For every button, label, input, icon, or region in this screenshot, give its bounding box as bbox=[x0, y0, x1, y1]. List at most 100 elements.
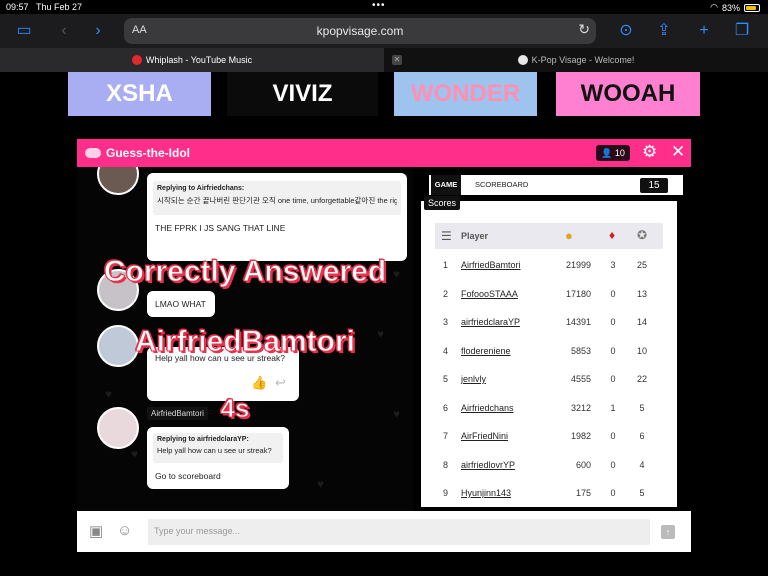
modal-header: Guess-the-Idol 👤 10 ⚙ ✕ bbox=[77, 139, 691, 167]
reply-author: Replying to airfriedclaraYP: bbox=[157, 436, 249, 443]
scores-label: Scores bbox=[424, 196, 461, 210]
back-icon[interactable]: ‹ bbox=[52, 20, 76, 42]
points-cell: 600 bbox=[575, 459, 591, 470]
message-input-bar: ▣ ☺ Type your message... ↑ bbox=[77, 511, 691, 552]
reply-text: 시작되는 순간 끝나버린 판단기관 오직 one time, unforgett… bbox=[157, 196, 397, 205]
table-row: 9 Hyunjinn143 175 0 5 bbox=[435, 479, 663, 507]
message-text: LMAO WHAT bbox=[155, 299, 206, 309]
player-name-link[interactable]: airfriedclaraYP bbox=[461, 317, 520, 327]
image-upload-icon[interactable]: ▣ bbox=[89, 522, 103, 540]
awards-cell: 25 bbox=[636, 260, 647, 270]
group-banner[interactable]: XSHA bbox=[68, 72, 211, 116]
address-bar[interactable]: AA kpopvisage.com ↻ bbox=[124, 18, 596, 44]
reply-author: Replying to Airfriedchans: bbox=[157, 185, 245, 192]
rank-cell: 1 bbox=[443, 260, 449, 270]
battery-icon bbox=[744, 3, 760, 12]
points-cell: 3212 bbox=[570, 402, 591, 413]
table-row: 2 FofoooSTAAA 17180 0 13 bbox=[435, 280, 663, 308]
forward-icon[interactable]: › bbox=[86, 20, 110, 42]
tab-title: K-Pop Visage - Welcome! bbox=[531, 55, 635, 65]
streak-cell: 0 bbox=[610, 288, 616, 299]
group-banner[interactable]: WONDER bbox=[394, 72, 537, 116]
player-name-link[interactable]: AirFriedNini bbox=[461, 431, 508, 441]
awards-cell: 5 bbox=[639, 402, 645, 413]
chat-panel[interactable]: ♥ ♥ ♥ ♥ ♥ ♥ ♥ ♥ ♥ Replying to Airfriedch… bbox=[77, 167, 413, 511]
player-name-link[interactable]: Airfriedchans bbox=[461, 403, 514, 413]
date: Thu Feb 27 bbox=[36, 2, 83, 12]
awards-cell: 22 bbox=[636, 374, 647, 384]
coins-icon: ● bbox=[565, 228, 573, 243]
tab-bar: Whiplash - YouTube Music ✕ K-Pop Visage … bbox=[0, 48, 768, 72]
tab-youtube-music[interactable]: Whiplash - YouTube Music bbox=[0, 48, 384, 72]
group-banner-logo: VIVIZ bbox=[272, 80, 333, 107]
awards-cell: 5 bbox=[639, 488, 645, 498]
points-cell: 4555 bbox=[570, 374, 591, 384]
streak-cell: 0 bbox=[610, 488, 616, 498]
player-count-badge[interactable]: 👤 10 bbox=[596, 145, 630, 161]
send-icon[interactable]: ↑ bbox=[661, 525, 675, 539]
table-row: 8 airfriedlovrYP 600 0 4 bbox=[435, 451, 663, 479]
new-tab-icon[interactable]: + bbox=[692, 20, 716, 42]
points-cell: 21999 bbox=[565, 260, 591, 270]
correct-answer-time: 4s bbox=[220, 393, 250, 424]
tab-game[interactable]: GAME bbox=[431, 175, 461, 195]
points-cell: 5853 bbox=[570, 345, 591, 356]
group-banner-logo: WONDER bbox=[410, 80, 521, 107]
group-banner[interactable]: VIVIZ bbox=[227, 72, 378, 116]
player-name-link[interactable]: Hyunjinn143 bbox=[461, 488, 511, 498]
streak-cell: 1 bbox=[610, 402, 616, 413]
share-icon[interactable]: ⇪ bbox=[652, 20, 676, 42]
correct-answer-heading: Correctly Answered bbox=[103, 255, 387, 289]
reload-icon[interactable]: ↻ bbox=[578, 21, 590, 38]
chat-bubble: LMAO WHAT bbox=[147, 291, 215, 317]
streak-cell: 0 bbox=[610, 431, 616, 441]
chat-bubble: Replying to airfriedclaraYP: Help yall h… bbox=[147, 427, 289, 489]
reply-quote: Replying to airfriedclaraYP: Help yall h… bbox=[153, 433, 283, 463]
download-icon[interactable]: ⊙ bbox=[614, 20, 638, 42]
correct-answer-player: AirfriedBamtori bbox=[134, 325, 356, 359]
player-name-link[interactable]: FofoooSTAAA bbox=[461, 289, 518, 299]
player-name-link[interactable]: flodereniene bbox=[461, 346, 511, 356]
wifi-icon: ◠ bbox=[710, 2, 718, 12]
youtube-music-icon bbox=[131, 55, 142, 65]
reply-quote: Replying to Airfriedchans: 시작되는 순간 끝나버린 … bbox=[153, 181, 401, 215]
tab-title: Whiplash - YouTube Music bbox=[145, 55, 253, 65]
points-cell: 14391 bbox=[565, 317, 591, 327]
tabs-overview-icon[interactable]: ❐ bbox=[730, 20, 754, 42]
close-icon[interactable]: ✕ bbox=[671, 142, 685, 162]
tab-kpop-visage[interactable]: ✕ K-Pop Visage - Welcome! bbox=[384, 48, 768, 72]
group-banner[interactable]: WOOAH bbox=[556, 72, 700, 116]
close-tab-icon[interactable]: ✕ bbox=[392, 55, 402, 65]
chat-bubble: Replying to Airfriedchans: 시작되는 순간 끝나버린 … bbox=[147, 173, 407, 261]
message-input[interactable]: Type your message... bbox=[148, 519, 650, 545]
modal-title: Guess-the-Idol bbox=[106, 146, 191, 160]
tab-scoreboard[interactable]: SCOREBOARD bbox=[475, 175, 528, 195]
clock: 09:57 bbox=[6, 2, 29, 12]
kpop-visage-icon bbox=[517, 55, 528, 65]
table-row: 7 AirFriedNini 1982 0 6 bbox=[435, 422, 663, 450]
list-icon: ☰ bbox=[441, 229, 452, 243]
streak-cell: 0 bbox=[610, 345, 616, 356]
avatar[interactable] bbox=[97, 167, 139, 195]
player-name-link[interactable]: airfriedlovrYP bbox=[461, 460, 515, 470]
url-text[interactable]: kpopvisage.com bbox=[124, 24, 596, 38]
status-bar: 09:57 Thu Feb 27 ••• ◠ 83% bbox=[0, 0, 768, 14]
group-banner-logo: XSHA bbox=[106, 80, 173, 107]
awards-cell: 10 bbox=[636, 345, 647, 356]
sidebar-icon[interactable]: ▭ bbox=[12, 20, 36, 42]
player-name-link[interactable]: AirfriedBamtori bbox=[461, 260, 521, 270]
reply-icon[interactable]: ↩ bbox=[275, 375, 286, 391]
player-name-link[interactable]: jenlvly bbox=[461, 374, 486, 384]
settings-gear-icon[interactable]: ⚙ bbox=[642, 142, 657, 162]
multitasking-dots-icon[interactable]: ••• bbox=[372, 0, 386, 11]
gamepad-icon bbox=[85, 148, 101, 158]
rank-cell: 9 bbox=[443, 488, 449, 498]
heart-icon: ♥ bbox=[131, 447, 139, 461]
thumbs-up-icon[interactable]: 👍 bbox=[251, 375, 267, 391]
emoji-icon[interactable]: ☺ bbox=[117, 522, 132, 539]
browser-toolbar: ▭ ‹ › AA kpopvisage.com ↻ ⊙ ⇪ + ❐ bbox=[0, 14, 768, 48]
flame-icon: ♦ bbox=[609, 228, 616, 242]
table-row: 3 airfriedclaraYP 14391 0 14 bbox=[435, 308, 663, 336]
guess-the-idol-modal: Guess-the-Idol 👤 10 ⚙ ✕ ♥ ♥ ♥ ♥ ♥ ♥ ♥ ♥ … bbox=[77, 139, 691, 552]
awards-cell: 4 bbox=[639, 459, 645, 470]
